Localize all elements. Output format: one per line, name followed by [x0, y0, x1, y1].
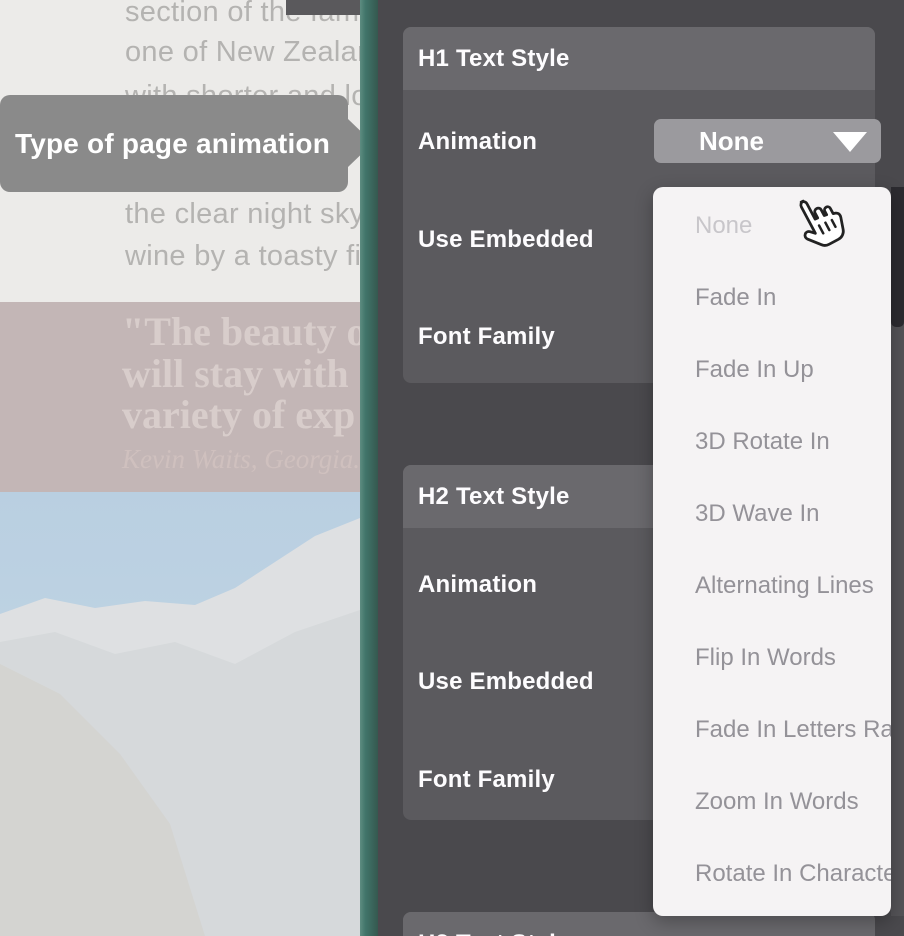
preview-text-line: the clear night sky. — [125, 197, 360, 231]
section-title: H2 Text Style — [418, 483, 570, 511]
tooltip-type-of-page-animation: Type of page animation — [0, 95, 348, 192]
menu-item-3d-wave-in[interactable]: 3D Wave In — [653, 478, 891, 550]
section-header: H1 Text Style — [403, 27, 875, 90]
quote-section: "The beauty o will stay with variety of … — [0, 302, 360, 492]
menu-item-alternating-lines[interactable]: Alternating Lines — [653, 550, 891, 622]
quote-attribution: Kevin Waits, Georgia. — [122, 444, 360, 475]
label-font-family: Font Family — [418, 765, 555, 795]
menu-item-3d-rotate-in[interactable]: 3D Rotate In — [653, 406, 891, 478]
quote-text-line: will stay with — [122, 353, 349, 395]
label-use-embedded: Use Embedded — [418, 225, 594, 255]
preview-text-line: wine by a toasty fir — [125, 239, 360, 273]
accent-divider — [360, 0, 378, 936]
label-font-family: Font Family — [418, 322, 555, 352]
animation-dropdown-value: None — [654, 119, 809, 163]
quote-text-line: "The beauty o — [122, 311, 360, 353]
menu-item-fade-in-letters-randomly[interactable]: Fade In Letters Ra — [653, 694, 891, 766]
section-title: H3 Text Style — [418, 930, 570, 936]
label-use-embedded: Use Embedded — [418, 667, 594, 697]
tooltip-label: Type of page animation — [15, 128, 330, 160]
site-preview: section of the fame one of New Zealan wi… — [0, 0, 360, 936]
animation-dropdown-button[interactable]: None — [654, 119, 881, 163]
quote-text-line: variety of exp — [122, 394, 355, 436]
menu-item-flip-in-words[interactable]: Flip In Words — [653, 622, 891, 694]
menu-item-rotate-in-characters[interactable]: Rotate In Characte — [653, 838, 891, 910]
chevron-down-icon — [833, 132, 867, 152]
overlay-fragment — [286, 0, 360, 15]
menu-item-fade-in[interactable]: Fade In — [653, 262, 891, 334]
preview-text-line: one of New Zealan — [125, 35, 360, 69]
tooltip-arrow-icon — [348, 119, 360, 167]
app-window: section of the fame one of New Zealan wi… — [0, 0, 904, 936]
animation-options-menu: None Fade In Fade In Up 3D Rotate In 3D … — [653, 187, 891, 916]
label-animation: Animation — [418, 127, 537, 157]
scrollbar-thumb[interactable] — [891, 187, 904, 327]
menu-item-zoom-in-words[interactable]: Zoom In Words — [653, 766, 891, 838]
mountain-photo — [0, 492, 360, 936]
panel-scrollbar — [891, 187, 904, 916]
label-animation: Animation — [418, 570, 537, 600]
section-title: H1 Text Style — [418, 45, 570, 73]
menu-item-none[interactable]: None — [653, 190, 891, 262]
menu-item-fade-in-up[interactable]: Fade In Up — [653, 334, 891, 406]
